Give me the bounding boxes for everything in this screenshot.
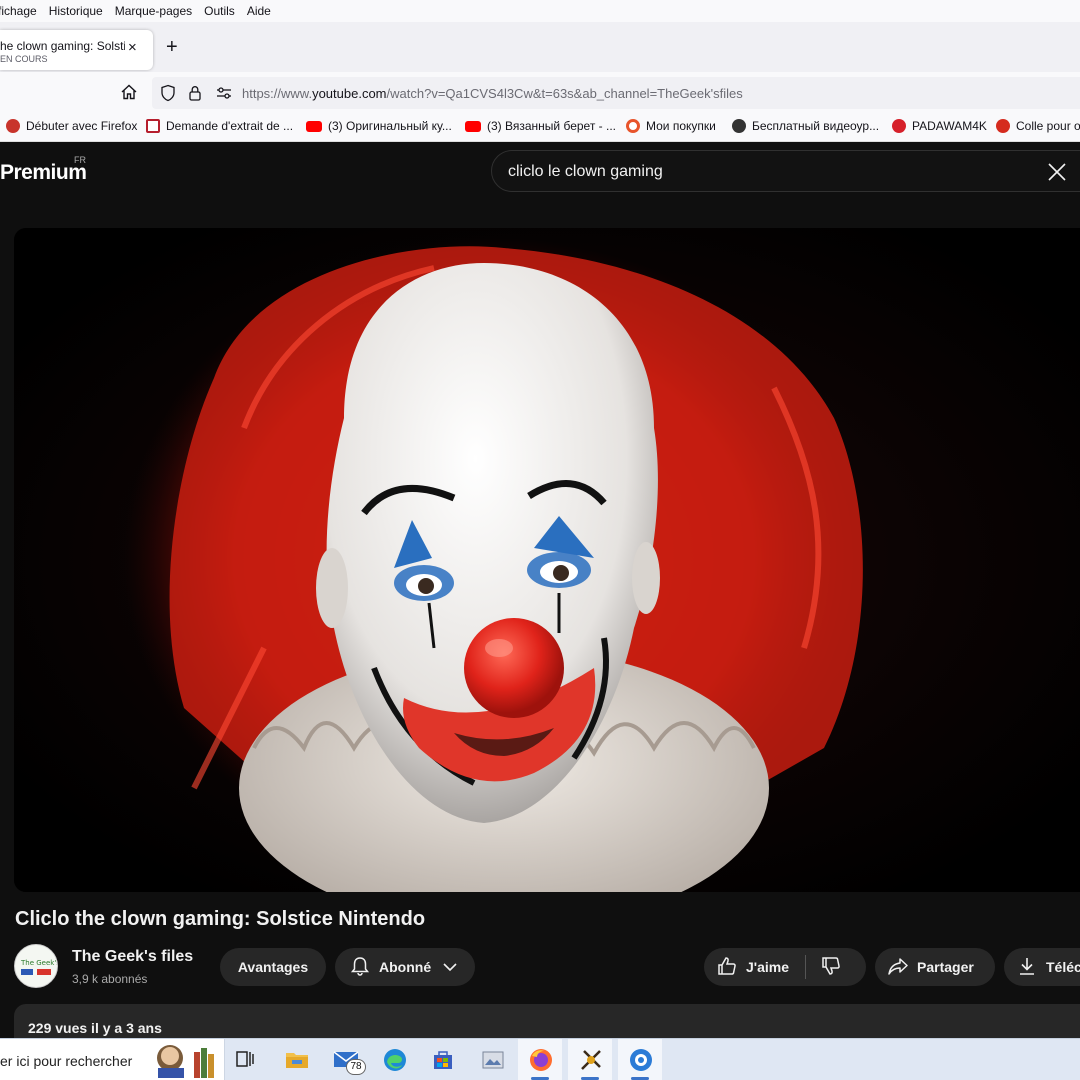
new-tab-button[interactable]: + bbox=[166, 37, 178, 57]
close-icon[interactable] bbox=[1046, 161, 1068, 188]
bookmark-item[interactable]: Мои покупки bbox=[626, 119, 716, 133]
taskbar-firefox-active[interactable] bbox=[518, 1039, 562, 1080]
shop-icon bbox=[626, 119, 640, 133]
file-explorer-icon[interactable] bbox=[284, 1047, 310, 1076]
photos-icon[interactable] bbox=[480, 1047, 506, 1078]
thumbs-up-icon[interactable] bbox=[716, 955, 738, 980]
menu-aide[interactable]: Aide bbox=[247, 4, 271, 18]
url-prefix: https://www. bbox=[242, 86, 313, 101]
description-box[interactable]: 229 vues il y a 3 ans bbox=[14, 1004, 1080, 1038]
tab-active[interactable]: he clown gaming: Solstic EN COURS × bbox=[0, 30, 153, 70]
shield-icon[interactable] bbox=[160, 84, 176, 107]
firefox-icon bbox=[6, 119, 20, 133]
download-button[interactable]: Téléc bbox=[1004, 948, 1080, 986]
share-arrow-icon bbox=[887, 955, 909, 980]
padawam-icon bbox=[892, 119, 906, 133]
bookmark-item[interactable]: Demande d'extrait de ... bbox=[146, 119, 293, 133]
download-label: Téléc bbox=[1046, 959, 1080, 975]
channel-avatar[interactable]: The Geek's bbox=[14, 944, 58, 988]
video-title: Cliclo the clown gaming: Solstice Ninten… bbox=[15, 908, 426, 930]
bookmark-label: Débuter avec Firefox bbox=[26, 119, 138, 133]
lock-icon[interactable] bbox=[188, 84, 202, 107]
subscribed-label: Abonné bbox=[379, 959, 432, 975]
views-and-date: 229 vues il y a 3 ans bbox=[28, 1020, 162, 1036]
thumbs-down-icon[interactable] bbox=[820, 955, 842, 980]
like-dislike-group: J'aime bbox=[704, 948, 866, 986]
bookmark-item[interactable]: (3) Вязанный берет - ... bbox=[465, 119, 616, 133]
bookmark-item[interactable]: (3) Оригинальный ку... bbox=[306, 119, 452, 133]
perks-label: Avantages bbox=[237, 959, 309, 975]
bookmark-label: (3) Вязанный берет - ... bbox=[487, 119, 616, 133]
bookmark-label: Colle pour o bbox=[1016, 119, 1080, 133]
video-player[interactable] bbox=[14, 228, 1080, 892]
menu-marque-pages[interactable]: Marque-pages bbox=[115, 4, 192, 18]
subscriber-count: 3,9 k abonnés bbox=[72, 972, 148, 986]
permissions-icon[interactable] bbox=[216, 86, 232, 105]
bell-icon bbox=[349, 955, 371, 980]
windows-taskbar: er ici pour rechercher 78 bbox=[0, 1038, 1080, 1080]
menu-outils[interactable]: Outils bbox=[204, 4, 235, 18]
like-label[interactable]: J'aime bbox=[746, 959, 789, 975]
bookmark-label: Бесплатный видеоур... bbox=[752, 119, 880, 133]
youtube-icon bbox=[465, 120, 481, 132]
url-bar[interactable]: https://www.youtube.com/watch?v=Qa1CVS4l… bbox=[152, 77, 1080, 109]
url-text[interactable]: https://www.youtube.com/watch?v=Qa1CVS4l… bbox=[242, 86, 743, 101]
bookmark-label: Мои покупки bbox=[646, 119, 716, 133]
logo-region: FR bbox=[74, 155, 86, 165]
bookmark-item[interactable]: Débuter avec Firefox bbox=[6, 119, 137, 133]
svg-text:The Geek's: The Geek's bbox=[20, 959, 58, 967]
menu-affichage[interactable]: fichage bbox=[0, 4, 37, 18]
bookmark-label: Demande d'extrait de ... bbox=[166, 119, 294, 133]
edge-icon[interactable] bbox=[382, 1047, 408, 1078]
search-box[interactable]: cliclo le clown gaming bbox=[491, 150, 1080, 192]
video-frame bbox=[14, 228, 1080, 892]
colle-icon bbox=[996, 119, 1010, 133]
bookmark-item[interactable]: Бесплатный видеоур... bbox=[732, 119, 879, 133]
url-path: /watch?v=Qa1CVS4l3Cw&t=63s&ab_channel=Th… bbox=[386, 86, 743, 101]
taskbar-assistant-active[interactable] bbox=[618, 1039, 662, 1080]
youtube-icon bbox=[306, 120, 322, 132]
download-icon bbox=[1018, 956, 1036, 979]
nav-bar: https://www.youtube.com/watch?v=Qa1CVS4l… bbox=[0, 72, 1080, 112]
bookmark-label: (3) Оригинальный ку... bbox=[328, 119, 452, 133]
subscribed-button[interactable]: Abonné bbox=[335, 948, 475, 986]
youtube-page: Premium FR cliclo le clown gaming Cliclo… bbox=[0, 142, 1080, 1038]
task-view-icon[interactable] bbox=[234, 1047, 256, 1076]
divider bbox=[805, 955, 807, 979]
mail-badge: 78 bbox=[346, 1059, 366, 1075]
tab-close-button[interactable]: × bbox=[128, 39, 137, 56]
taskbar-search-input[interactable]: er ici pour rechercher bbox=[0, 1053, 132, 1069]
taskbar-app-active[interactable] bbox=[568, 1039, 612, 1080]
search-highlight-icon[interactable] bbox=[152, 1042, 222, 1080]
menu-bar: fichage Historique Marque-pages Outils A… bbox=[0, 0, 1080, 22]
channel-name[interactable]: The Geek's files bbox=[72, 948, 193, 966]
bookmarks-toolbar: Débuter avec Firefox Demande d'extrait d… bbox=[0, 112, 1080, 142]
search-input[interactable]: cliclo le clown gaming bbox=[508, 163, 663, 181]
home-icon[interactable] bbox=[120, 83, 138, 106]
menu-historique[interactable]: Historique bbox=[49, 4, 103, 18]
url-domain: youtube.com bbox=[312, 86, 387, 101]
bookmark-label: PADAWAM4K bbox=[912, 119, 987, 133]
assistant-icon bbox=[628, 1047, 654, 1078]
tab-title: he clown gaming: Solstic bbox=[0, 39, 125, 53]
store-icon[interactable] bbox=[430, 1047, 456, 1078]
taskbar-search[interactable]: er ici pour rechercher bbox=[0, 1039, 225, 1080]
video-course-icon bbox=[732, 119, 746, 133]
tab-strip: he clown gaming: Solstic EN COURS × + bbox=[0, 22, 1080, 72]
share-label: Partager bbox=[917, 959, 974, 975]
tab-playing-label: EN COURS bbox=[0, 54, 48, 64]
perks-button[interactable]: Avantages bbox=[220, 948, 326, 986]
chevron-down-icon bbox=[443, 959, 457, 975]
share-button[interactable]: Partager bbox=[875, 948, 995, 986]
sword-app-icon bbox=[578, 1047, 604, 1078]
document-icon bbox=[146, 119, 160, 133]
bookmark-item[interactable]: PADAWAM4K bbox=[892, 119, 987, 133]
firefox-icon bbox=[528, 1047, 554, 1078]
bookmark-item[interactable]: Colle pour o bbox=[996, 119, 1080, 133]
